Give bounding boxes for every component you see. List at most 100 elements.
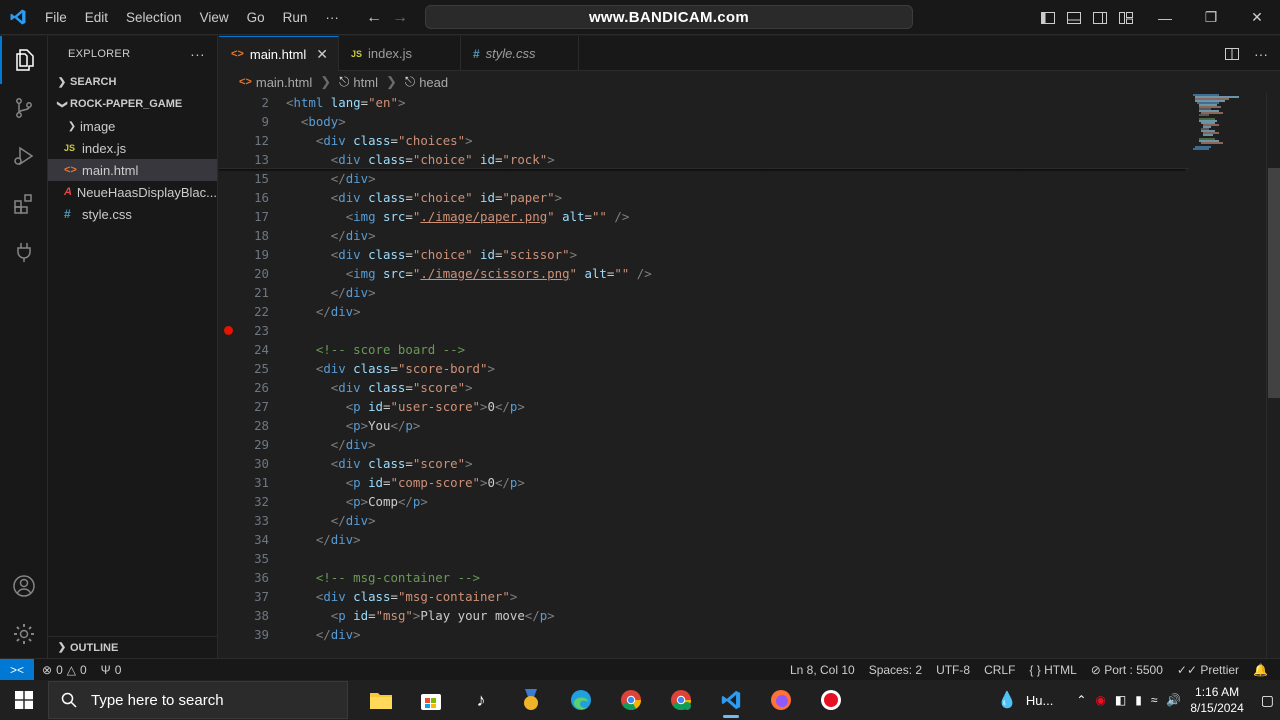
code-line[interactable]: 33 </div> [219,511,1189,530]
code-line[interactable]: 13 <div class="choice" id="rock"> [219,150,1189,169]
file-explorer-icon[interactable] [356,680,406,720]
wifi-icon[interactable]: ≈ [1151,693,1158,707]
code-line[interactable]: 31 <p id="comp-score">0</p> [219,473,1189,492]
encoding[interactable]: UTF-8 [936,663,970,677]
firefox-icon[interactable] [756,680,806,720]
notifications-icon[interactable]: ▢ [1261,692,1274,709]
code-line[interactable]: 19 <div class="choice" id="scissor"> [219,245,1189,264]
more-actions-icon[interactable]: ··· [190,46,205,62]
code-line[interactable]: 21 </div> [219,283,1189,302]
code-line[interactable]: 24 <!-- score board --> [219,340,1189,359]
minimap[interactable] [1189,93,1265,658]
weather-icon[interactable]: 💧 [997,690,1017,710]
menu-more[interactable]: ··· [316,0,348,35]
bandicam-record-icon[interactable] [806,680,856,720]
code-line[interactable]: 22 </div> [219,302,1189,321]
end-of-line[interactable]: CRLF [984,663,1015,677]
code-line[interactable]: 18 </div> [219,226,1189,245]
menu-selection[interactable]: Selection [117,0,191,35]
warning-count[interactable]: 0 [80,663,87,677]
extensions-icon[interactable] [0,180,48,228]
source-control-icon[interactable] [0,84,48,132]
screen-capture-tray-icon[interactable]: ◧ [1115,693,1126,707]
code-line[interactable]: 38 <p id="msg">Play your move</p> [219,606,1189,625]
toggle-primary-sidebar-icon[interactable] [1040,10,1056,26]
menu-file[interactable]: File [36,0,76,35]
tab-style-css[interactable]: # style.css [461,36,579,71]
tab-index-js[interactable]: JS index.js [339,36,461,71]
menu-go[interactable]: Go [238,0,274,35]
weather-label[interactable]: Hu... [1026,693,1053,708]
search-section[interactable]: ❯ SEARCH [48,71,217,93]
error-count[interactable]: 0 [56,663,63,677]
battery-icon[interactable]: ▮ [1135,693,1142,707]
warning-icon[interactable]: △ [67,663,76,677]
forward-arrow-icon[interactable]: → [392,9,408,27]
code-line[interactable]: 25 <div class="score-bord"> [219,359,1189,378]
live-server-port[interactable]: ⊘ Port : 5500 [1091,663,1163,677]
code-line[interactable]: 32 <p>Comp</p> [219,492,1189,511]
code-line[interactable]: 35 [219,549,1189,568]
code-editor[interactable]: 2 <html lang="en"> 9 <body> 12 <div class="… [219,93,1189,658]
vscode-taskbar-icon[interactable] [706,680,756,720]
microsoft-store-icon[interactable] [406,680,456,720]
menu-run[interactable]: Run [274,0,317,35]
project-folder[interactable]: ❯ ROCK-PAPER_GAME [48,93,217,115]
remote-indicator-icon[interactable]: >< [0,658,34,681]
breadcrumb-head[interactable]: head [419,75,448,90]
code-line[interactable]: 27 <p id="user-score">0</p> [219,397,1189,416]
customize-layout-icon[interactable] [1118,10,1134,26]
windows-start-icon[interactable] [0,680,48,720]
system-clock[interactable]: 1:16 AM 8/15/2024 [1190,684,1243,716]
outline-section[interactable]: ❯ OUTLINE [48,636,218,658]
run-debug-icon[interactable] [0,132,48,180]
minimize-button[interactable]: — [1142,0,1188,35]
tiktok-icon[interactable]: ♪ [456,680,506,720]
code-line[interactable]: 16 <div class="choice" id="paper"> [219,188,1189,207]
code-line[interactable]: 30 <div class="score"> [219,454,1189,473]
back-arrow-icon[interactable]: ← [366,9,382,27]
ports-count[interactable]: 0 [115,663,122,677]
code-line[interactable]: 2 <html lang="en"> [219,93,1189,112]
prettier-status[interactable]: ✓✓ Prettier [1177,663,1239,677]
code-line[interactable]: 20 <img src="./image/scissors.png" alt="… [219,264,1189,283]
tab-main-html[interactable]: <> main.html ✕ [219,36,339,71]
code-line[interactable]: 39 </div> [219,625,1189,644]
notifications-bell-icon[interactable]: 🔔 [1253,663,1268,677]
error-icon[interactable]: ⊗ [42,663,52,677]
code-line[interactable]: 29 </div> [219,435,1189,454]
scrollbar-thumb[interactable] [1268,168,1280,398]
accounts-icon[interactable] [0,562,48,610]
breadcrumb-html[interactable]: html [353,75,378,90]
remote-explorer-icon[interactable] [0,228,48,276]
tree-item-main-html[interactable]: <> main.html [48,159,217,181]
edge-browser-icon[interactable] [556,680,606,720]
toggle-secondary-sidebar-icon[interactable] [1092,10,1108,26]
code-line[interactable]: 34 </div> [219,530,1189,549]
vertical-scrollbar[interactable] [1266,93,1280,658]
code-line[interactable]: 17 <img src="./image/paper.png" alt="" /… [219,207,1189,226]
explorer-icon[interactable] [0,36,48,84]
cursor-position[interactable]: Ln 8, Col 10 [790,663,855,677]
show-hidden-icons-chevron-icon[interactable]: ⌃ [1076,693,1086,707]
tree-item-font-file[interactable]: A NeueHaasDisplayBlac... [48,181,217,203]
chrome-profile-icon[interactable] [656,680,706,720]
command-center[interactable]: www.BANDICAM.com [425,5,913,29]
code-line[interactable]: 23 [219,321,1189,340]
breadcrumb-file[interactable]: main.html [256,75,312,90]
bandicam-tray-icon[interactable]: ◉ [1095,693,1105,707]
code-line[interactable]: 9 <body> [219,112,1189,131]
toggle-panel-icon[interactable] [1066,10,1082,26]
menu-edit[interactable]: Edit [76,0,117,35]
code-line[interactable]: 37 <div class="msg-container"> [219,587,1189,606]
tree-item-index-js[interactable]: JS index.js [48,137,217,159]
tree-item-image-folder[interactable]: ❯ image [48,115,217,137]
menu-view[interactable]: View [191,0,238,35]
ports-icon[interactable]: Ψ [101,663,111,677]
breakpoint-icon[interactable] [224,326,233,335]
editor-more-actions-icon[interactable]: ··· [1254,46,1268,62]
badge-app-icon[interactable] [506,680,556,720]
indentation[interactable]: Spaces: 2 [869,663,922,677]
code-line[interactable]: 26 <div class="score"> [219,378,1189,397]
settings-gear-icon[interactable] [0,610,48,658]
